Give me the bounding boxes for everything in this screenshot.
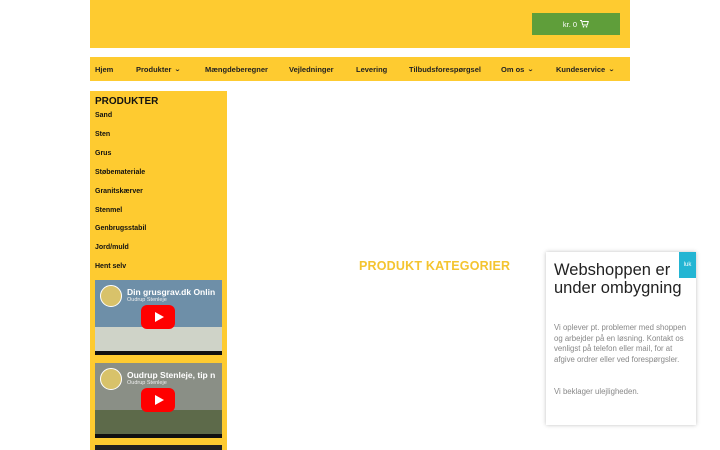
nav-label: Kundeservice (556, 64, 606, 74)
video-title: Din grusgrav.dk Onlin (127, 287, 216, 297)
nav-item-kundeservice[interactable]: Kundeservice ⌄ (556, 57, 615, 81)
sidebar: PRODUKTER Sand Sten Grus Støbemateriale … (90, 91, 227, 450)
video-channel: Oudrup Stenleje (127, 297, 167, 303)
notice-popup: Webshoppen er under ombygning Vi oplever… (546, 252, 696, 425)
video-title: Oudrup Stenleje, tip n (127, 370, 216, 380)
nav-item-vejledninger[interactable]: Vejledninger (289, 57, 334, 81)
video-bar (95, 434, 222, 438)
sidebar-link-hent-selv[interactable]: Hent selv (95, 263, 126, 270)
nav-label: Levering (356, 64, 388, 74)
popup-note: Vi beklager ulejligheden. (554, 387, 639, 396)
sidebar-link-stoebemateriale[interactable]: Støbemateriale (95, 169, 145, 176)
video-bar (95, 351, 222, 355)
nav-label: Hjem (95, 64, 114, 74)
nav-label: Produkter (136, 64, 172, 74)
nav-item-produkter[interactable]: Produkter ⌄ (136, 57, 182, 81)
video-embed[interactable]: Din grusgrav.dk Onlin Oudrup Stenleje (95, 280, 222, 355)
cart-label: kr. 0 (562, 19, 578, 29)
sidebar-link-granitskaerver[interactable]: Granitskærver (95, 188, 143, 195)
chevron-down-icon: ⌄ (174, 66, 182, 73)
page-heading: PRODUKT KATEGORIER (359, 259, 511, 273)
popup-body: Vi oplever pt. problemer med shoppen og … (554, 323, 687, 364)
cart-button[interactable]: kr. 0 (532, 13, 620, 35)
sidebar-link-jord-muld[interactable]: Jord/muld (95, 244, 129, 251)
video-channel: Oudrup Stenleje (127, 380, 167, 386)
play-icon[interactable] (141, 305, 175, 329)
popup-title: Webshoppen er under ombygning (554, 261, 682, 297)
sidebar-link-sand[interactable]: Sand (95, 112, 112, 119)
nav-label: Tilbudsforespørgsel (409, 64, 481, 74)
shopping-cart-icon (580, 20, 590, 28)
nav-item-maengdeberegner[interactable]: Mængdeberegner (205, 57, 268, 81)
sidebar-link-sten[interactable]: Sten (95, 131, 110, 138)
nav-item-hjem[interactable]: Hjem (95, 57, 113, 81)
nav-label: Mængdeberegner (205, 64, 268, 74)
sidebar-link-grus[interactable]: Grus (95, 150, 111, 157)
nav-label: Vejledninger (289, 64, 334, 74)
sidebar-link-genbrugsstabil[interactable]: Genbrugsstabil (95, 225, 146, 232)
nav-label: Om os (501, 64, 525, 74)
close-button[interactable]: luk (679, 252, 696, 278)
sidebar-link-stenmel[interactable]: Stenmel (95, 207, 122, 214)
main-nav: Hjem Produkter ⌄ Mængdeberegner Vejlednin… (90, 57, 630, 81)
nav-item-om-os[interactable]: Om os ⌄ (501, 57, 535, 81)
chevron-down-icon: ⌄ (608, 66, 615, 73)
nav-item-levering[interactable]: Levering (356, 57, 387, 81)
sidebar-title: PRODUKTER (95, 96, 159, 107)
nav-item-tilbudsforespoergsel[interactable]: Tilbudsforespørgsel (409, 57, 481, 81)
play-icon[interactable] (141, 388, 175, 412)
channel-avatar (100, 285, 122, 307)
channel-avatar (100, 368, 122, 390)
video-embed[interactable] (95, 445, 222, 450)
video-embed[interactable]: Oudrup Stenleje, tip n Oudrup Stenleje (95, 363, 222, 438)
chevron-down-icon: ⌄ (527, 66, 535, 73)
